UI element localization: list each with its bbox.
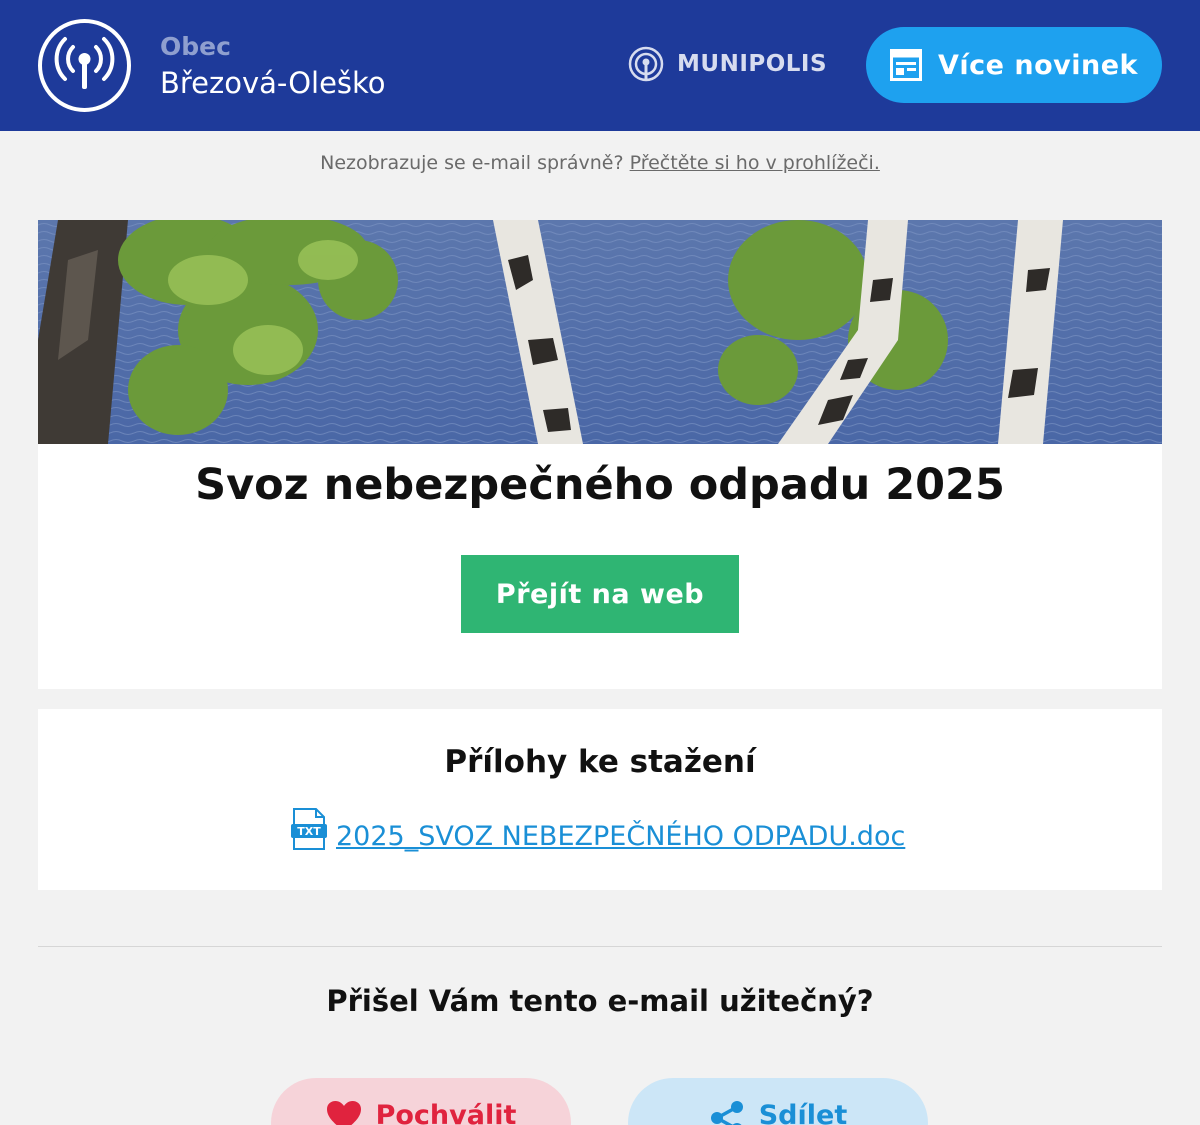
attachments-title: Přílohy ke stažení (444, 744, 756, 780)
article-title: Svoz nebezpečného odpadu 2025 (195, 460, 1005, 510)
share-button[interactable]: Sdílet (628, 1078, 928, 1125)
svg-text:TXT: TXT (297, 825, 321, 838)
feedback-question: Přišel Vám tento e-mail užitečný? (326, 984, 874, 1018)
go-to-web-button[interactable]: Přejít na web (461, 555, 739, 633)
munipolis-brand[interactable]: MUNIPOLIS (627, 44, 827, 84)
notice-text: Nezobrazuje se e-mail správně? (320, 152, 624, 174)
share-label: Sdílet (758, 1100, 848, 1125)
view-in-browser-link[interactable]: Přečtěte si ho v prohlížeči. (630, 152, 880, 174)
share-icon (710, 1101, 743, 1125)
heart-icon (326, 1101, 361, 1125)
munipolis-icon (628, 46, 664, 82)
praise-label: Pochválit (375, 1100, 517, 1125)
broadcast-logo-icon[interactable] (38, 19, 131, 112)
attachments-card (38, 709, 1162, 890)
org-prefix: Obec (160, 32, 231, 61)
more-news-button[interactable]: Více novinek (866, 27, 1162, 103)
praise-button[interactable]: Pochválit (271, 1078, 571, 1125)
header-bar: Obec Březová-Oleško MUNIPOLIS Více novin… (0, 0, 1200, 131)
hero-image (38, 220, 1162, 444)
munipolis-label: MUNIPOLIS (677, 51, 828, 77)
newspaper-icon (890, 49, 922, 81)
org-name: Březová-Oleško (160, 66, 386, 100)
browser-view-notice: Nezobrazuje se e-mail správně? Přečtěte … (0, 152, 1200, 174)
attachment-link[interactable]: 2025_SVOZ NEBEZPEČNÉHO ODPADU.doc (336, 821, 905, 852)
attachment-item[interactable]: TXT 2025_SVOZ NEBEZPEČNÉHO ODPADU.doc (290, 805, 905, 853)
more-news-label: Více novinek (938, 49, 1138, 81)
txt-file-icon: TXT (291, 808, 327, 850)
divider (38, 946, 1162, 947)
